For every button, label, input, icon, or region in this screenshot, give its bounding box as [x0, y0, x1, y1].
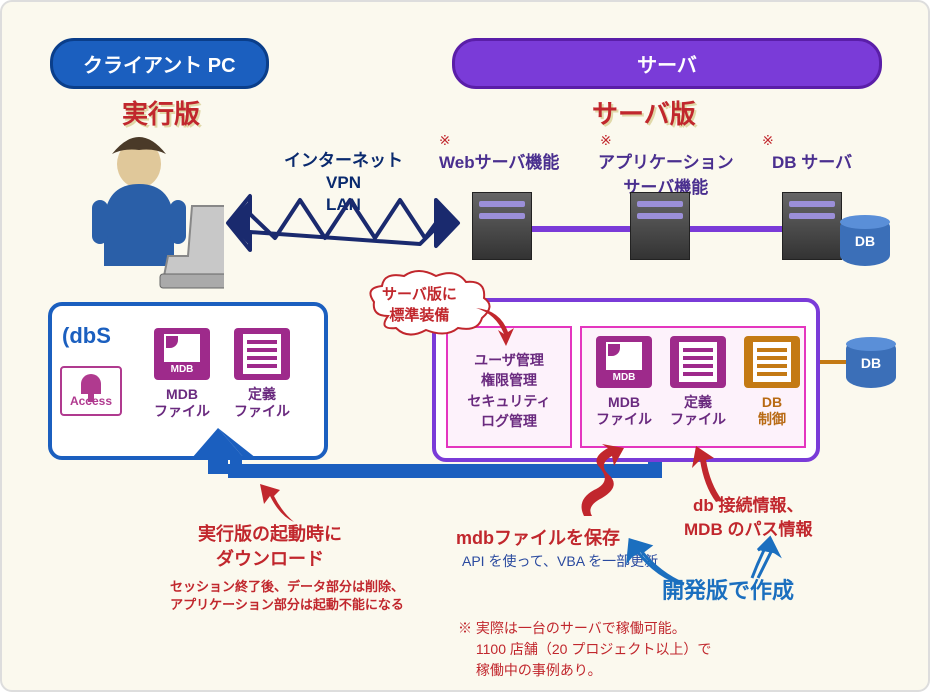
zigzag-connector-icon: [220, 188, 460, 258]
mdb-save-label: mdbファイルを保存: [456, 526, 620, 551]
footnote: ※ 実際は一台のサーバで稼働可能。 1100 店舗（20 プロジェクト以上）で …: [458, 618, 711, 681]
connector-line-2: [690, 226, 782, 232]
db-cylinder-right: DB: [846, 338, 896, 388]
server-mdb-tile-icon: MDB: [596, 336, 652, 388]
mdb-save-arrow-icon: [572, 444, 642, 522]
db-server-label: DB サーバ: [772, 148, 852, 173]
db-cylinder-top: DB: [840, 216, 890, 266]
access-logo-icon: Access: [60, 366, 122, 416]
dbs-logo-icon: [62, 316, 124, 356]
server-version-title: サーバ版: [592, 94, 696, 131]
db-server-icon: [782, 192, 842, 260]
exec-note-label: セッション終了後、データ部分は削除、 アプリケーション部分は起動不能になる: [170, 578, 404, 614]
db-ctrl-tile-icon: [744, 336, 800, 388]
exec-download-label: 実行版の起動時に ダウンロード: [198, 522, 342, 572]
client-def-caption: 定義 ファイル: [224, 386, 300, 420]
server-def-caption: 定義 ファイル: [660, 394, 736, 428]
mgmt-list: ユーザ管理 権限管理 セキュリティ ログ管理: [450, 350, 568, 431]
std-equip-arrow-icon: [472, 302, 522, 352]
dev-create-label: 開発版で作成: [662, 576, 794, 607]
web-server-label: Webサーバ機能: [439, 148, 559, 173]
server-pill: サーバ: [452, 38, 882, 89]
user-laptop-icon: [54, 126, 224, 296]
std-equip-label: サーバ版に 標準装備: [382, 284, 457, 326]
db-ctrl-caption: DB 制御: [740, 394, 804, 428]
key-icon: [81, 374, 101, 394]
exec-download-arrow-icon: [250, 482, 310, 526]
app-server-label: アプリケーション サーバ機能: [598, 148, 734, 198]
asterisk-web: ※: [439, 132, 451, 149]
app-server-icon: [630, 192, 690, 260]
client-def-tile-icon: [234, 328, 290, 380]
web-server-icon: [472, 192, 532, 260]
connector-line-1: [532, 226, 630, 232]
client-pc-pill: クライアント PC: [50, 38, 269, 89]
server-def-tile-icon: [670, 336, 726, 388]
db-conn-label: db 接続情報、 MDB のパス情報: [684, 494, 812, 542]
client-mdb-tile-icon: MDB: [154, 328, 210, 380]
diagram-canvas: クライアント PC サーバ 実行版 サーバ版 インターネット VPN LAN ※…: [0, 0, 930, 692]
client-mdb-caption: MDB ファイル: [144, 386, 220, 420]
asterisk-app: ※: [600, 132, 612, 149]
asterisk-db: ※: [762, 132, 774, 149]
db-connector-line: [820, 360, 846, 364]
server-mdb-caption: MDB ファイル: [586, 394, 662, 428]
